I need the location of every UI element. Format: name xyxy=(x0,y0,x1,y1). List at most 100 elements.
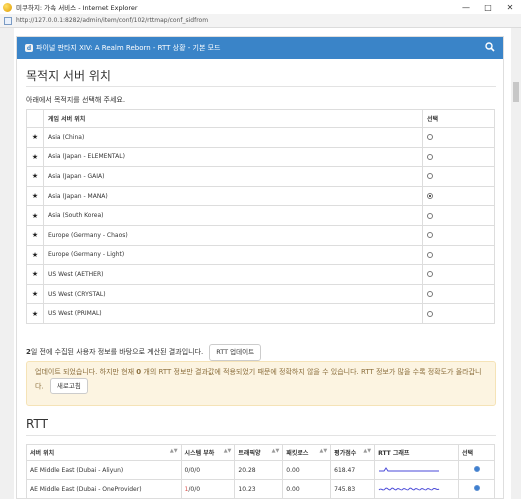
navbar-brand[interactable]: 파이널 판타지 XIV: A Realm Reborn - RTT 상황 - 기… xyxy=(36,43,221,53)
rtt-header-load[interactable]: 시스템 부하 ▲▼ xyxy=(180,444,236,461)
server-name: Asia (Japan - GAIA) xyxy=(43,166,423,187)
star-icon: ★ xyxy=(26,283,44,305)
refresh-button[interactable]: 새로고침 xyxy=(49,377,88,395)
sort-icon[interactable]: ▲▼ xyxy=(363,448,371,454)
scrollbar-thumb[interactable] xyxy=(513,82,519,102)
table-row[interactable]: ★ Asia (South Korea) xyxy=(26,205,495,226)
page-icon xyxy=(4,16,12,25)
app-logo-icon: d xyxy=(25,44,33,52)
sort-icon[interactable]: ▲▼ xyxy=(224,448,232,454)
load-value-b: 0 xyxy=(190,466,195,474)
server-name: US West (CRYSTAL) xyxy=(43,283,423,305)
table-row[interactable]: ★ Asia (Japan - ELEMENTAL) xyxy=(26,146,495,168)
server-radio[interactable] xyxy=(427,193,433,200)
address-bar[interactable]: http://127.0.0.1:8282/admin/item/conf/10… xyxy=(0,14,521,28)
instruction-text: 아래에서 목적지를 선택해 주세요. xyxy=(26,96,126,104)
table-row[interactable]: ★ Europe (Germany - Light) xyxy=(26,244,495,266)
server-radio[interactable] xyxy=(427,212,433,219)
rtt-score: 618.47 xyxy=(330,460,376,480)
star-icon: ★ xyxy=(26,146,44,168)
alert-text-before: 업데이트 되었습니다. 하지만 현재 xyxy=(35,368,137,376)
rtt-header-graph: RTT 그래프 xyxy=(374,444,460,461)
table-row[interactable]: ★ US West (AETHER) xyxy=(26,264,495,285)
star-icon: ★ xyxy=(26,166,44,187)
rtt-sparkline xyxy=(379,467,440,472)
title-divider xyxy=(26,86,496,87)
sort-icon[interactable]: ▲▼ xyxy=(319,448,327,454)
rtt-header-loss[interactable]: 패킷로스 ▲▼ xyxy=(282,444,332,461)
select-cell xyxy=(422,205,495,226)
table-row[interactable]: AE Middle East (Dubai - Aliyun) 0/0/0 20.2… xyxy=(26,460,495,480)
rtt-graph xyxy=(374,460,460,480)
rtt-header-score[interactable]: 평가점수 ▲▼ xyxy=(330,444,376,461)
close-button[interactable]: ✕ xyxy=(499,0,521,14)
update-alert: 업데이트 되었습니다. 하지만 현재 0 개의 RTT 정보만 결과값에 적용되… xyxy=(26,361,496,406)
sort-icon[interactable]: ▲▼ xyxy=(272,448,280,454)
star-icon: ★ xyxy=(26,205,44,226)
rtt-header-select: 선택 xyxy=(458,444,495,461)
top-navbar: d 파이널 판타지 XIV: A Realm Reborn - RTT 상황 -… xyxy=(17,37,503,59)
server-radio[interactable] xyxy=(427,251,433,258)
select-cell xyxy=(422,185,495,207)
rtt-system-load: 0/0/0 xyxy=(180,460,236,480)
select-cell xyxy=(422,303,495,324)
rtt-title: RTT xyxy=(26,417,48,431)
rtt-select-radio[interactable] xyxy=(473,466,480,472)
rtt-graph xyxy=(374,479,460,499)
rtt-traffic: 20.28 xyxy=(234,460,284,480)
server-name: Asia (China) xyxy=(43,127,423,148)
rtt-header-location[interactable]: 서버 위치 ▲▼ xyxy=(26,444,182,461)
table-row[interactable]: ★ US West (CRYSTAL) xyxy=(26,283,495,305)
rtt-header-traffic[interactable]: 트래픽양 ▲▼ xyxy=(234,444,284,461)
server-radio[interactable] xyxy=(427,310,433,317)
rtt-select-radio[interactable] xyxy=(473,485,480,491)
server-name: Europe (Germany - Chaos) xyxy=(43,224,423,246)
table-row[interactable]: ★ Europe (Germany - Chaos) xyxy=(26,224,495,246)
select-cell xyxy=(422,224,495,246)
table-row[interactable]: ★ Asia (China) xyxy=(26,127,495,148)
load-value-b: 0 xyxy=(190,485,195,493)
server-radio[interactable] xyxy=(427,153,433,160)
window-controls: — □ ✕ xyxy=(455,0,521,14)
select-cell xyxy=(422,283,495,305)
minimize-button[interactable]: — xyxy=(455,0,477,14)
vertical-scrollbar[interactable] xyxy=(511,28,521,499)
rtt-divider xyxy=(26,435,496,436)
rtt-select-cell xyxy=(458,460,495,480)
rtt-update-button[interactable]: RTT 업데이트 xyxy=(209,344,262,361)
load-value-c: 0 xyxy=(196,485,201,493)
server-radio[interactable] xyxy=(427,291,433,298)
server-radio[interactable] xyxy=(427,232,433,239)
star-icon: ★ xyxy=(26,127,44,148)
server-name: Asia (South Korea) xyxy=(43,205,423,226)
server-radio[interactable] xyxy=(427,173,433,180)
window-title: 미쿠하지: 가속 서비스 - Internet Explorer xyxy=(16,4,138,12)
table-row[interactable]: ★ US West (PRIMAL) xyxy=(26,303,495,324)
star-icon: ★ xyxy=(26,264,44,285)
sort-icon[interactable]: ▲▼ xyxy=(170,448,178,454)
table-row[interactable]: ★ Asia (Japan - GAIA) xyxy=(26,166,495,187)
star-icon: ★ xyxy=(26,185,44,207)
header-star-col xyxy=(26,109,44,128)
info-line: 2 일 전에 수집된 사용자 정보를 바탕으로 계산된 결과입니다. RTT 업… xyxy=(26,344,262,361)
load-value-c: 0 xyxy=(196,466,201,474)
load-value-a: 0 xyxy=(184,466,189,474)
server-table: 게임 서버 위치 선택 ★ Asia (China) ★ Asia (Japan - … xyxy=(26,109,495,324)
table-row[interactable]: AE Middle East (Dubai - OneProvider) 1/0/… xyxy=(26,479,495,499)
server-radio[interactable] xyxy=(427,134,433,141)
address-url[interactable]: http://127.0.0.1:8282/admin/item/conf/10… xyxy=(16,17,208,24)
rtt-table: 서버 위치 ▲▼ 시스템 부하 ▲▼ 트래픽양 ▲▼ 패킷로스 ▲▼ 평가점수 ▲▼ RT… xyxy=(26,444,495,499)
maximize-button[interactable]: □ xyxy=(477,0,499,14)
star-icon: ★ xyxy=(26,244,44,266)
select-cell xyxy=(422,166,495,187)
rtt-traffic: 10.23 xyxy=(234,479,284,499)
server-radio[interactable] xyxy=(427,271,433,278)
search-icon[interactable] xyxy=(485,42,495,52)
star-icon: ★ xyxy=(26,224,44,246)
select-cell xyxy=(422,244,495,266)
select-cell xyxy=(422,127,495,148)
table-row[interactable]: ★ Asia (Japan - MANA) xyxy=(26,185,495,207)
server-name: Europe (Germany - Light) xyxy=(43,244,423,266)
server-name: US West (PRIMAL) xyxy=(43,303,423,324)
server-name: Asia (Japan - MANA) xyxy=(43,185,423,207)
